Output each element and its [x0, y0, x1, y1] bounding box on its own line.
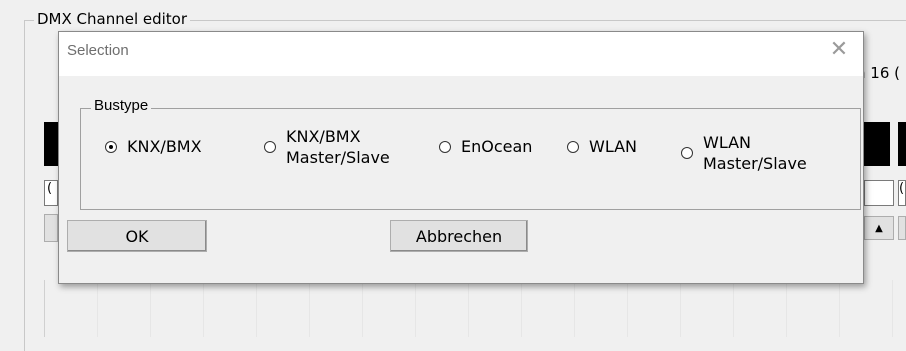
radio-knx-bmx[interactable]: KNX/BMX	[105, 136, 202, 157]
channel-button-left[interactable]	[44, 214, 58, 242]
channel-value-field-right[interactable]	[864, 180, 894, 206]
label-line-2: Master/Slave	[703, 154, 807, 173]
radio-wlan-master-slave-label: WLAN Master/Slave	[703, 132, 807, 174]
radio-unchecked-icon	[264, 141, 276, 153]
channel-value-field-far-right[interactable]: (	[898, 180, 906, 206]
cancel-button[interactable]: Abbrechen	[390, 220, 528, 252]
radio-enocean-label: EnOcean	[461, 137, 533, 156]
ok-button[interactable]: OK	[67, 220, 207, 252]
channel-bar-left	[44, 122, 58, 166]
radio-enocean[interactable]: EnOcean	[439, 136, 532, 157]
dialog-title: Selection	[67, 42, 129, 59]
selection-dialog: Selection ✕ Bustype KNX/BMX KNX/BMX Mast…	[58, 31, 864, 284]
radio-knx-bmx-label: KNX/BMX	[127, 137, 202, 156]
radio-knx-bmx-master-slave-label: KNX/BMX Master/Slave	[286, 126, 390, 168]
spin-up-button[interactable]: ▲	[864, 216, 894, 240]
channel-bar-far-right	[898, 122, 906, 166]
radio-knx-bmx-master-slave[interactable]: KNX/BMX Master/Slave	[264, 126, 390, 168]
channel-bar-right	[864, 122, 890, 166]
channel-grid	[44, 280, 906, 337]
radio-wlan[interactable]: WLAN	[567, 136, 637, 157]
close-icon[interactable]: ✕	[825, 36, 853, 64]
label-line-2: Master/Slave	[286, 148, 390, 167]
channel-value-field-left[interactable]: (	[44, 180, 58, 206]
label-line-1: WLAN	[703, 133, 752, 152]
dialog-titlebar[interactable]: Selection ✕	[59, 32, 863, 76]
radio-wlan-master-slave[interactable]: WLAN Master/Slave	[681, 132, 807, 174]
arrow-up-icon: ▲	[875, 222, 883, 234]
spin-up-button-far-right[interactable]	[898, 216, 906, 240]
radio-wlan-label: WLAN	[589, 137, 638, 156]
radio-unchecked-icon	[439, 140, 451, 153]
label-line-1: KNX/BMX	[286, 127, 361, 146]
dmx-channel-editor-title: DMX Channel editor	[34, 10, 191, 28]
bustype-group-label: Bustype	[91, 97, 152, 114]
radio-unchecked-icon	[681, 147, 693, 159]
radio-checked-icon	[105, 140, 117, 153]
radio-unchecked-icon	[567, 140, 579, 153]
